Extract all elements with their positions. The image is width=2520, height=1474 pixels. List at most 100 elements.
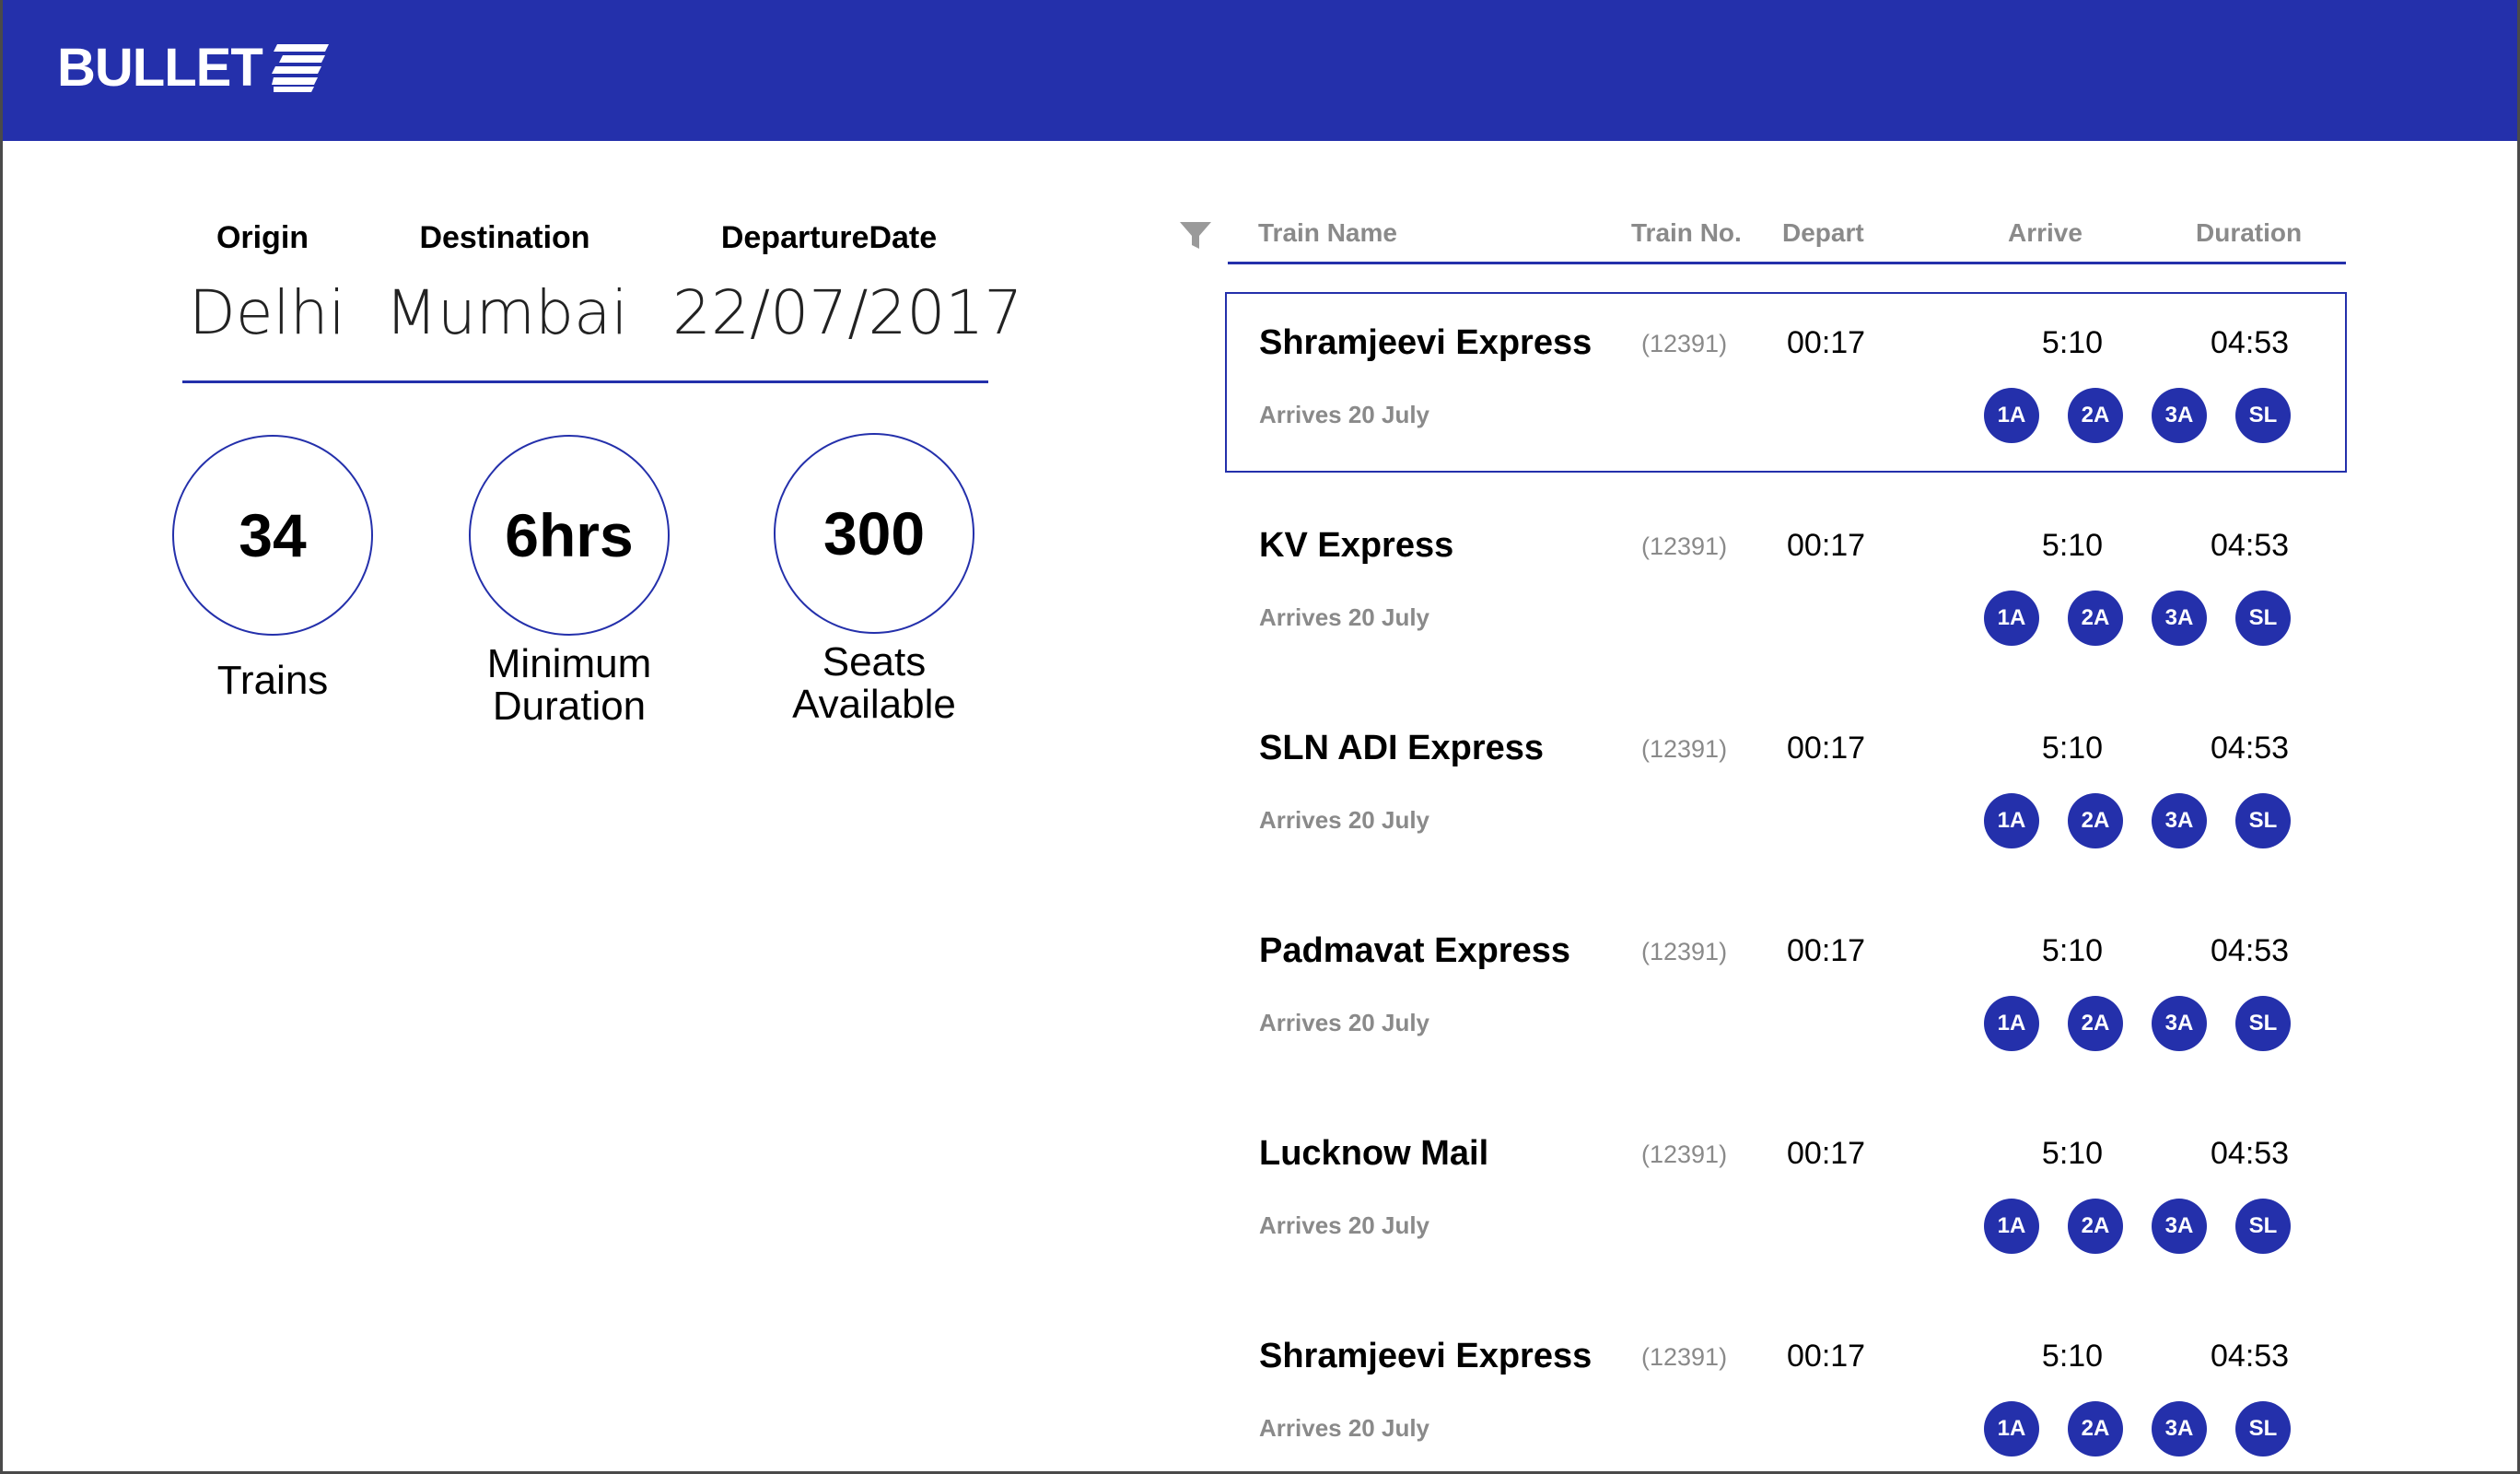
depart-time: 00:17: [1787, 731, 1866, 766]
arrival-date: Arrives 20 July: [1259, 1009, 1430, 1036]
train-number: (12391): [1641, 1141, 1728, 1168]
depart-time: 00:17: [1787, 528, 1866, 563]
class-button-3a[interactable]: 3A: [2152, 996, 2207, 1051]
column-header-train-name[interactable]: Train Name: [1258, 217, 1397, 249]
stat-trains: 34 Trains: [162, 435, 383, 702]
column-header-duration[interactable]: Duration: [2196, 217, 2302, 249]
origin-value: Delhi: [189, 277, 345, 348]
train-name: KV Express: [1259, 526, 1454, 565]
train-name: Padmavat Express: [1259, 931, 1570, 970]
duration-value: 04:53: [2211, 1136, 2290, 1171]
stat-seats-available: 300 Seats Available: [764, 433, 985, 726]
arrival-date: Arrives 20 July: [1259, 806, 1430, 834]
class-options: 1A 2A 3A SL: [1984, 591, 2291, 646]
depart-time: 00:17: [1787, 1136, 1866, 1171]
arrival-date: Arrives 20 July: [1259, 1414, 1430, 1442]
duration-value: 04:53: [2211, 1339, 2290, 1374]
duration-value: 04:53: [2211, 325, 2290, 360]
class-button-sl[interactable]: SL: [2235, 793, 2291, 848]
class-button-3a[interactable]: 3A: [2152, 591, 2207, 646]
column-header-arrive[interactable]: Arrive: [2008, 217, 2082, 249]
class-button-2a[interactable]: 2A: [2068, 996, 2123, 1051]
stat-value: 6hrs: [469, 435, 670, 636]
class-button-1a[interactable]: 1A: [1984, 1199, 2039, 1254]
destination-label: Destination: [419, 220, 590, 255]
class-button-sl[interactable]: SL: [2235, 1401, 2291, 1456]
train-row[interactable]: Shramjeevi Express Arrives 20 July (12391)…: [1225, 292, 2347, 473]
arrive-time: 5:10: [2041, 1136, 2104, 1171]
class-options: 1A 2A 3A SL: [1984, 996, 2291, 1051]
class-button-sl[interactable]: SL: [2235, 388, 2291, 443]
class-button-3a[interactable]: 3A: [2152, 1199, 2207, 1254]
duration-value: 04:53: [2211, 933, 2290, 968]
departure-date-label: DepartureDate: [720, 220, 938, 255]
origin-label: Origin: [216, 220, 309, 255]
class-options: 1A 2A 3A SL: [1984, 1199, 2291, 1254]
table-header-divider: [1228, 262, 2346, 264]
class-options: 1A 2A 3A SL: [1984, 1401, 2291, 1456]
class-button-2a[interactable]: 2A: [2068, 388, 2123, 443]
train-row[interactable]: Shramjeevi Express Arrives 20 July (12391)…: [1225, 1305, 2347, 1474]
class-button-1a[interactable]: 1A: [1984, 591, 2039, 646]
train-name: SLN ADI Express: [1259, 729, 1545, 767]
train-row[interactable]: SLN ADI Express Arrives 20 July (12391) 00:…: [1225, 697, 2347, 878]
train-name: Shramjeevi Express: [1259, 1337, 1592, 1375]
origin-field[interactable]: Origin Delhi: [189, 219, 345, 350]
stat-label: Minimum Duration: [486, 641, 652, 729]
arrive-time: 5:10: [2041, 731, 2104, 766]
class-button-2a[interactable]: 2A: [2068, 591, 2123, 646]
departure-date-field[interactable]: DepartureDate 22/07/2017: [672, 219, 1023, 350]
summary-divider: [182, 380, 988, 383]
departure-date-value: 22/07/2017: [672, 277, 1023, 348]
depart-time: 00:17: [1787, 1339, 1866, 1374]
class-button-3a[interactable]: 3A: [2152, 1401, 2207, 1456]
app-header: BULLET: [0, 0, 2520, 141]
stat-minimum-duration: 6hrs Minimum Duration: [459, 435, 680, 728]
train-number: (12391): [1641, 1343, 1728, 1371]
class-button-sl[interactable]: SL: [2235, 1199, 2291, 1254]
stat-value: 34: [172, 435, 373, 636]
class-button-sl[interactable]: SL: [2235, 591, 2291, 646]
train-row[interactable]: Padmavat Express Arrives 20 July (12391) 00…: [1225, 900, 2347, 1081]
class-options: 1A 2A 3A SL: [1984, 388, 2291, 443]
class-options: 1A 2A 3A SL: [1984, 793, 2291, 848]
stat-label: Trains: [216, 658, 329, 703]
arrival-date: Arrives 20 July: [1259, 401, 1430, 428]
arrival-date: Arrives 20 July: [1259, 603, 1430, 631]
stat-label: Seats Available: [792, 639, 956, 727]
speed-lines-icon: [271, 44, 329, 92]
train-number: (12391): [1641, 735, 1728, 763]
depart-time: 00:17: [1787, 933, 1866, 968]
train-row[interactable]: KV Express Arrives 20 July (12391) 00:17 5:1…: [1225, 495, 2347, 675]
class-button-3a[interactable]: 3A: [2152, 793, 2207, 848]
class-button-sl[interactable]: SL: [2235, 996, 2291, 1051]
arrive-time: 5:10: [2041, 933, 2104, 968]
stat-value: 300: [774, 433, 974, 634]
train-row[interactable]: Lucknow Mail Arrives 20 July (12391) 00:17 5…: [1225, 1103, 2347, 1283]
class-button-2a[interactable]: 2A: [2068, 1401, 2123, 1456]
class-button-1a[interactable]: 1A: [1984, 388, 2039, 443]
depart-time: 00:17: [1787, 325, 1866, 360]
logo-text: BULLET: [57, 38, 263, 98]
arrive-time: 5:10: [2041, 325, 2104, 360]
train-number: (12391): [1641, 532, 1728, 560]
class-button-2a[interactable]: 2A: [2068, 793, 2123, 848]
column-header-train-no[interactable]: Train No.: [1631, 217, 1742, 249]
class-button-3a[interactable]: 3A: [2152, 388, 2207, 443]
class-button-1a[interactable]: 1A: [1984, 793, 2039, 848]
destination-value: Mumbai: [385, 277, 628, 348]
class-button-1a[interactable]: 1A: [1984, 996, 2039, 1051]
destination-field[interactable]: Destination Mumbai: [385, 219, 628, 350]
duration-value: 04:53: [2211, 528, 2290, 563]
class-button-2a[interactable]: 2A: [2068, 1199, 2123, 1254]
arrive-time: 5:10: [2041, 1339, 2104, 1374]
bullet-logo[interactable]: BULLET: [57, 41, 329, 96]
duration-value: 04:53: [2211, 731, 2290, 766]
train-number: (12391): [1641, 938, 1728, 965]
train-number: (12391): [1641, 330, 1728, 357]
filter-icon[interactable]: [1179, 219, 1212, 252]
arrive-time: 5:10: [2041, 528, 2104, 563]
arrival-date: Arrives 20 July: [1259, 1211, 1430, 1239]
class-button-1a[interactable]: 1A: [1984, 1401, 2039, 1456]
column-header-depart[interactable]: Depart: [1782, 217, 1864, 249]
